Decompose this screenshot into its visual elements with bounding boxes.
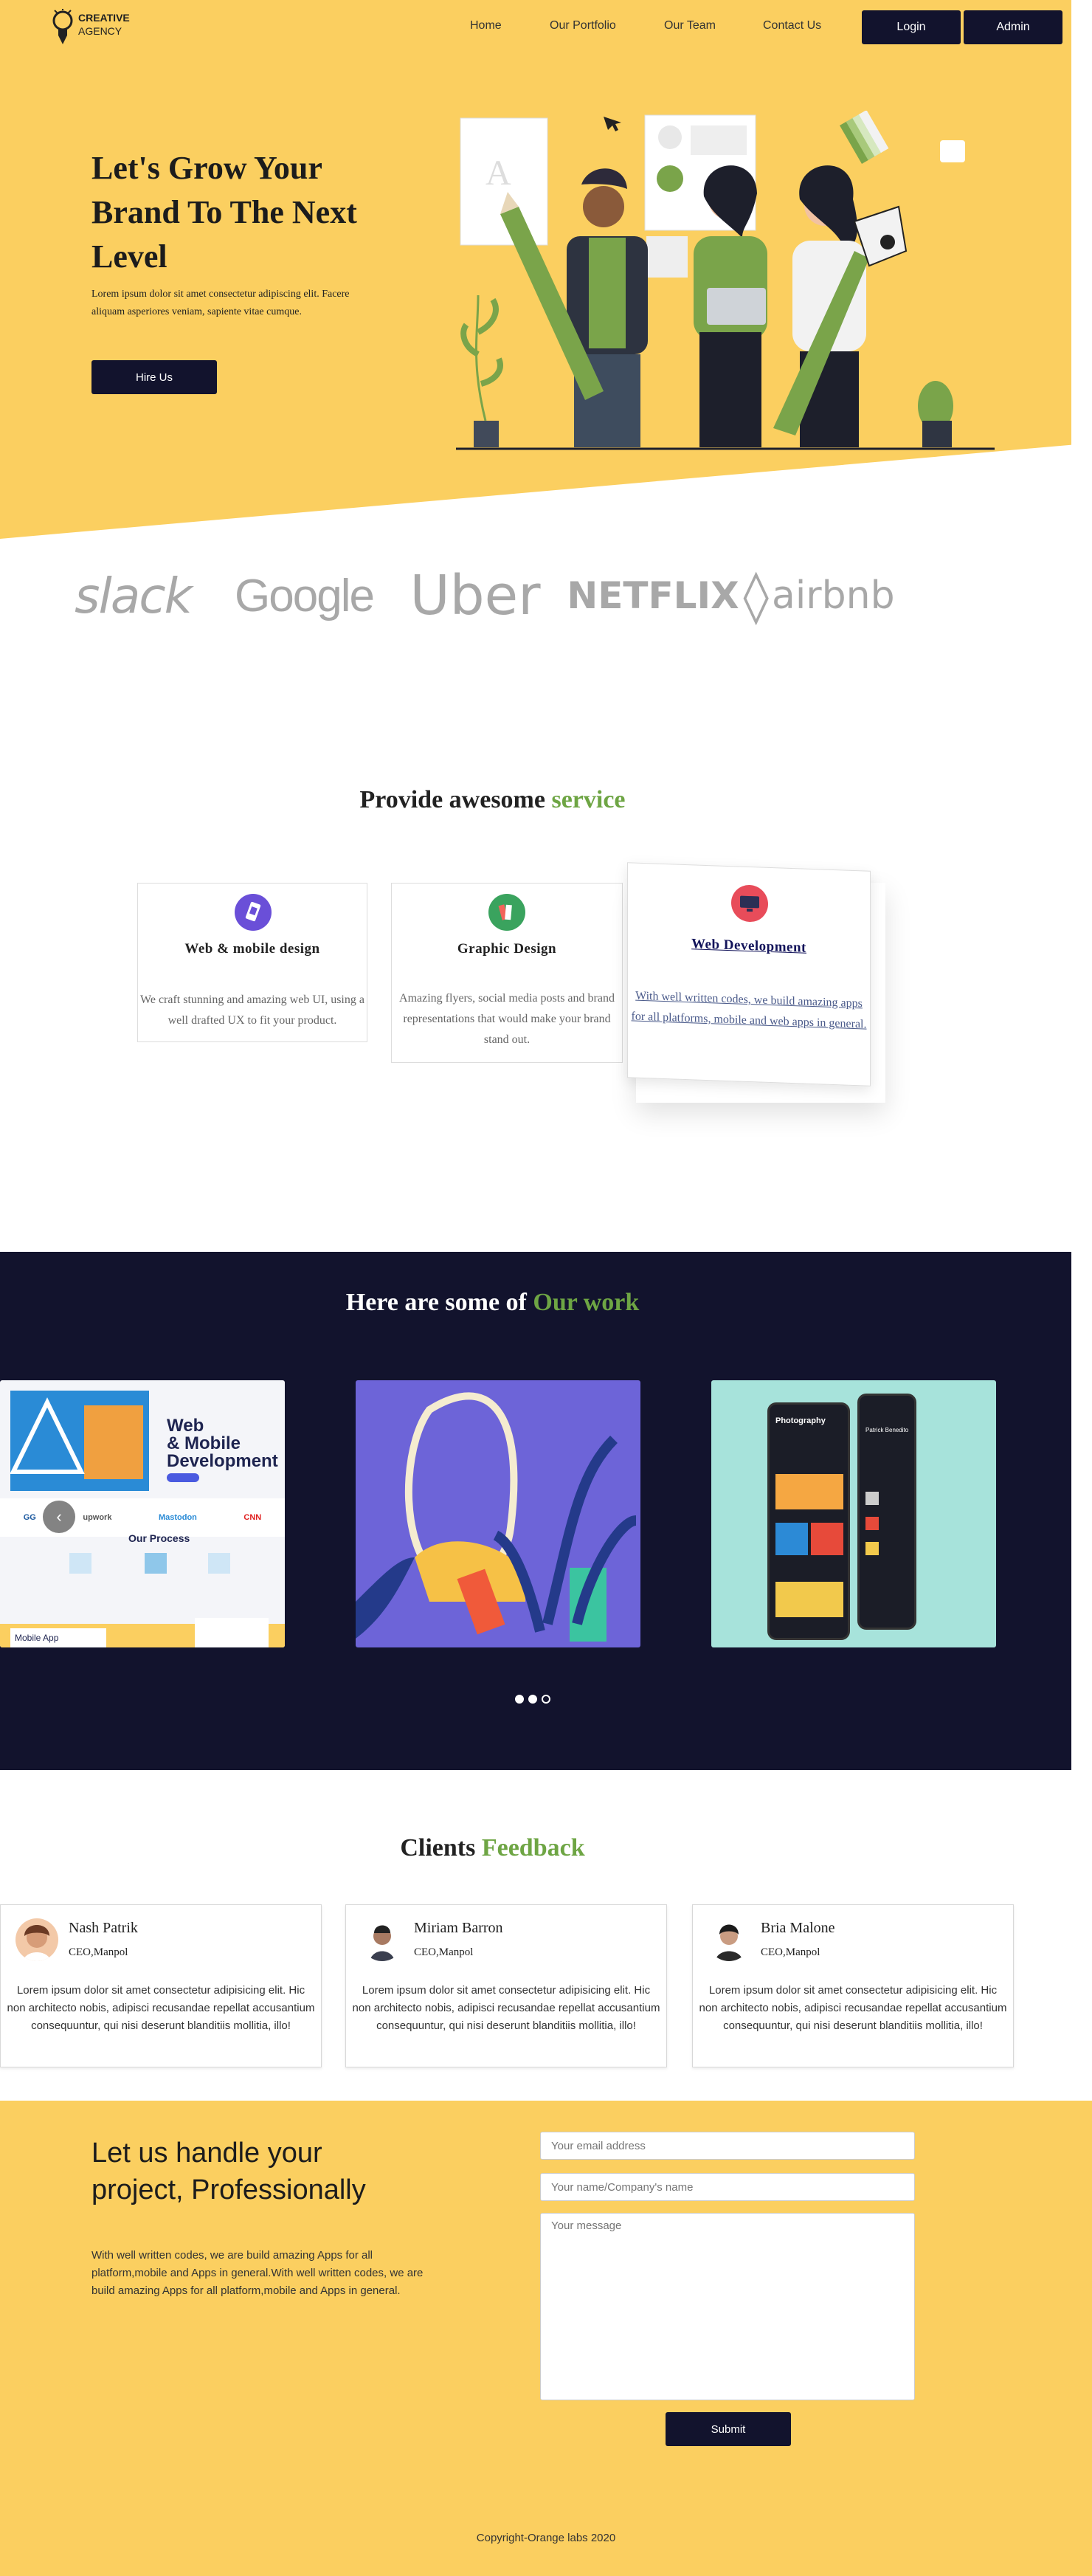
slide-headline-3: Development [167,1451,278,1471]
app-tile [775,1474,843,1509]
feedback-card: Bria Malone CEO,Manpol Lorem ipsum dolor… [692,1904,1014,2067]
name-field[interactable] [540,2173,915,2201]
submit-button[interactable]: Submit [666,2412,791,2446]
service-card-web-development[interactable]: Web Development With well written codes,… [627,862,871,1086]
client-quote: Lorem ipsum dolor sit amet consectetur a… [352,1984,660,2032]
contact-text: With well written codes, we are build am… [91,2249,424,2297]
logo-line-2: AGENCY [78,25,122,37]
brand-logo-text[interactable]: CREATIVE AGENCY [78,11,130,38]
nav-contact[interactable]: Contact Us [763,19,821,32]
avatar [15,1918,58,1961]
carousel-dot-3[interactable] [542,1695,550,1704]
client-name: Bria Malone [761,1920,835,1936]
process-icon [208,1553,230,1574]
nav-home[interactable]: Home [470,19,502,32]
service-text: Amazing flyers, social media posts and b… [399,992,615,1046]
slide-headline: Web & Mobile Development [167,1417,278,1470]
admin-button[interactable]: Admin [964,10,1062,44]
palette-icon [488,894,525,931]
work-slide-mobile-app[interactable]: Photography Patrick Benedito [711,1380,996,1647]
slide-footer-text: Mobile App [15,1633,59,1643]
hero-title: Let's Grow Your Brand To The Next Level [91,150,357,275]
hire-us-button[interactable]: Hire Us [91,360,217,394]
nav-team[interactable]: Our Team [664,19,716,32]
feedback-title-highlight: Feedback [481,1834,585,1862]
service-title: Graphic Design [457,941,557,957]
client-role: CEO,Manpol [414,1946,474,1958]
app-title: Photography [775,1416,826,1425]
slide-mini-button [167,1473,199,1482]
mobile-design-icon [235,894,272,931]
process-icon [69,1553,91,1574]
monitor-icon [731,884,768,923]
app-thumb [865,1517,879,1530]
service-title: Web Development [691,936,806,956]
slide-process-title: Our Process [128,1532,190,1544]
services-title-highlight: service [551,786,626,813]
hero-subtitle: Lorem ipsum dolor sit amet consectetur a… [91,289,350,317]
client-name: Nash Patrik [69,1920,138,1936]
service-card-web-mobile[interactable]: Web & mobile design We craft stunning an… [137,883,367,1042]
brand-airbnb: ◊ airbnb [743,555,894,636]
work-title-highlight: Our work [533,1289,640,1316]
work-title: Here are some of Our work [0,1289,985,1317]
slide-hero-image [10,1391,149,1491]
carousel-dot-2[interactable] [528,1695,537,1704]
brand-netflix: NETFLIX [567,574,739,617]
login-button[interactable]: Login [862,10,961,44]
app-thumb [865,1542,879,1555]
lightbulb-pencil-icon [52,9,73,44]
team-illustration: A [456,111,995,450]
app-profile: Patrick Benedito [865,1427,909,1433]
message-field[interactable] [540,2213,915,2400]
services-title: Provide awesome service [0,786,985,814]
brand-slack: slack [75,567,193,624]
contact-title: Let us handle your project, Professional… [91,2138,366,2205]
client-quote: Lorem ipsum dolor sit amet consectetur a… [7,1984,315,2032]
hero-slant [0,444,1077,554]
feedback-title-prefix: Clients [400,1834,482,1862]
client-quote: Lorem ipsum dolor sit amet consectetur a… [699,1984,1007,2032]
svg-text:A: A [485,154,511,193]
avatar [708,1918,750,1961]
nav-portfolio[interactable]: Our Portfolio [550,19,616,32]
work-slide-illustration[interactable] [356,1380,640,1647]
email-field[interactable] [540,2132,915,2160]
slide-headline-1: Web [167,1416,204,1436]
phone-mockup: Photography [767,1402,850,1640]
logo-line-1: CREATIVE [78,12,130,24]
brand-uber: Uber [410,564,541,627]
client-role: CEO,Manpol [761,1946,820,1958]
service-text: With well written codes, we build amazin… [631,989,867,1031]
client-role: CEO,Manpol [69,1946,128,1958]
app-thumb [865,1492,879,1505]
service-card-graphic-design[interactable]: Graphic Design Amazing flyers, social me… [391,883,623,1063]
app-tile [775,1523,808,1555]
services-title-prefix: Provide awesome [359,786,552,813]
phone-mockup: Patrick Benedito [857,1394,916,1630]
work-title-prefix: Here are some of [345,1289,533,1316]
airbnb-icon: ◊ [743,565,769,626]
app-tile [775,1582,843,1617]
process-icon [145,1553,167,1574]
feedback-card: Nash Patrik CEO,Manpol Lorem ipsum dolor… [0,1904,322,2067]
feedback-title: Clients Feedback [0,1834,985,1862]
service-title: Web & mobile design [184,941,320,957]
brand-airbnb-label: airbnb [771,574,895,618]
slide-footer-card [195,1618,269,1647]
client-name: Miriam Barron [414,1920,503,1936]
app-tile [811,1523,843,1555]
chevron-left-icon[interactable]: ‹ [43,1501,75,1533]
slide-headline-2: & Mobile [167,1433,241,1453]
copyright: Copyright-Orange labs 2020 [476,2532,616,2544]
feedback-card: Miriam Barron CEO,Manpol Lorem ipsum dol… [345,1904,667,2067]
service-text: We craft stunning and amazing web UI, us… [140,993,364,1027]
carousel-dot-1[interactable] [515,1695,524,1704]
brand-google: Google [235,570,375,621]
avatar [361,1918,404,1961]
